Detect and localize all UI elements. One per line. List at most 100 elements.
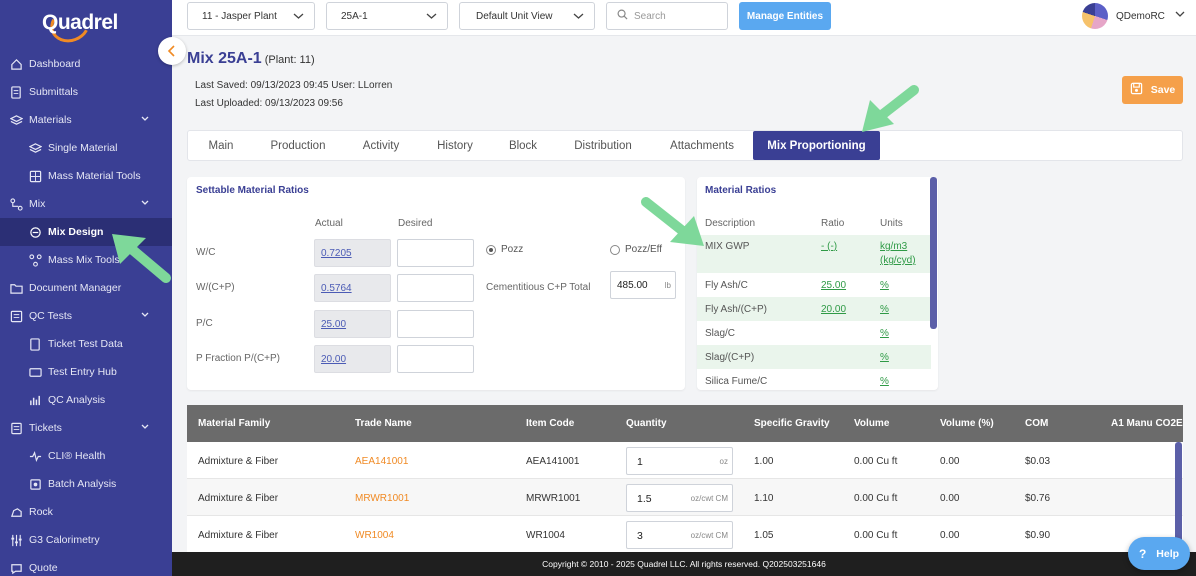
unit-view-select[interactable]: Default Unit View — [459, 2, 595, 30]
units-link[interactable]: kg/m3 — [880, 241, 907, 252]
sidebar-item-qc-tests[interactable]: QC Tests — [0, 302, 172, 330]
table-scrollbar[interactable] — [1175, 442, 1182, 552]
sidebar-item-cli-health[interactable]: CLI® Health — [0, 442, 172, 470]
desired-pc-input[interactable] — [397, 310, 474, 338]
sidebar-item-document-manager[interactable]: Document Manager — [0, 274, 172, 302]
search-input[interactable]: Search — [606, 2, 728, 30]
pozz-radio[interactable]: Pozz — [486, 244, 523, 255]
cementitious-input[interactable]: 485.00 lb — [610, 271, 676, 299]
trade-name-link[interactable]: WR1004 — [355, 530, 394, 541]
mix-select[interactable]: 25A-1 — [326, 2, 448, 30]
sidebar-item-mass-material-tools[interactable]: Mass Material Tools — [0, 162, 172, 190]
quadrel-logo[interactable]: Quadrel — [40, 2, 130, 48]
desired-wc-input[interactable] — [397, 239, 474, 267]
pozz-eff-radio[interactable]: Pozz/Eff — [610, 244, 662, 255]
quantity-unit: oz/cwt CM — [690, 531, 728, 540]
plant-select[interactable]: 11 - Jasper Plant — [187, 2, 315, 30]
sidebar-item-qc-analysis[interactable]: QC Analysis — [0, 386, 172, 414]
ratio-value-link[interactable]: 20.00 — [821, 304, 846, 315]
tab-production[interactable]: Production — [260, 131, 336, 160]
tab-bar: Main Production Activity History Block D… — [187, 130, 1183, 161]
radio-selected-icon — [486, 244, 496, 255]
units-link[interactable]: % — [880, 304, 889, 315]
actual-pc[interactable]: 25.00 — [314, 310, 391, 338]
save-label: Save — [1150, 84, 1176, 96]
tab-activity[interactable]: Activity — [348, 131, 414, 160]
description-column-header: Description — [705, 218, 756, 229]
units-link[interactable]: % — [880, 352, 889, 363]
sidebar-item-batch-analysis[interactable]: Batch Analysis — [0, 470, 172, 498]
sidebar-item-rock[interactable]: Rock — [0, 498, 172, 526]
column-header[interactable]: Specific Gravity — [754, 418, 830, 429]
sidebar-item-dashboard[interactable]: Dashboard — [0, 50, 172, 78]
chevron-down-icon[interactable] — [140, 310, 150, 323]
save-button[interactable]: Save — [1122, 76, 1183, 104]
tab-attachments[interactable]: Attachments — [656, 131, 748, 160]
column-header[interactable]: Quantity — [626, 418, 667, 429]
user-menu[interactable]: QDemoRC — [1082, 2, 1185, 30]
sidebar-item-g3-calorimetry[interactable]: G3 Calorimetry — [0, 526, 172, 554]
trade-name-link[interactable]: AEA141001 — [355, 456, 408, 467]
sidebar-item-label: QC Tests — [29, 310, 72, 322]
pozz-radio-label: Pozz — [501, 244, 524, 255]
sidebar-item-mix[interactable]: Mix — [0, 190, 172, 218]
page-title: Mix 25A-1 (Plant: 11) — [187, 50, 315, 68]
materials-table: Material Family Trade Name Item Code Qua… — [187, 405, 1183, 552]
chevron-down-icon[interactable] — [140, 198, 150, 211]
sidebar-item-label: QC Analysis — [48, 394, 106, 406]
sidebar: Quadrel Dashboard Submittals Materials S… — [0, 0, 172, 576]
actual-wc[interactable]: 0.7205 — [314, 239, 391, 267]
ratio-value-link[interactable]: - (-) — [821, 241, 837, 252]
volume: 0.00 Cu ft — [854, 530, 898, 541]
desired-wcp-input[interactable] — [397, 274, 474, 302]
sidebar-item-mix-design[interactable]: Mix Design — [0, 218, 172, 246]
quantity-input[interactable]: 1 oz — [626, 447, 733, 475]
chevron-down-icon — [426, 11, 437, 24]
column-header[interactable]: Volume — [854, 418, 889, 429]
sidebar-item-tickets[interactable]: Tickets — [0, 414, 172, 442]
chevron-down-icon[interactable] — [140, 114, 150, 127]
column-header[interactable]: Volume (%) — [940, 418, 994, 429]
chevron-down-icon[interactable] — [140, 422, 150, 435]
quantity-input[interactable]: 1.5 oz/cwt CM — [626, 484, 733, 512]
mix-title: Mix 25A-1 — [187, 50, 262, 67]
sidebar-item-label: G3 Calorimetry — [29, 534, 100, 546]
units-link[interactable]: % — [880, 376, 889, 387]
item-code: AEA141001 — [526, 456, 580, 467]
desired-pfraction-input[interactable] — [397, 345, 474, 373]
sidebar-item-mass-mix-tools[interactable]: Mass Mix Tools — [0, 246, 172, 274]
collapse-sidebar-button[interactable] — [158, 37, 186, 65]
column-header[interactable]: Item Code — [526, 418, 574, 429]
tab-block[interactable]: Block — [496, 131, 550, 160]
column-header[interactable]: Trade Name — [355, 418, 412, 429]
tab-mix-proportioning[interactable]: Mix Proportioning — [753, 131, 880, 160]
settable-ratios-panel: Settable Material Ratios Actual Desired … — [187, 177, 685, 390]
column-header[interactable]: Material Family — [198, 418, 270, 429]
units-link-secondary[interactable]: (kg/cyd) — [880, 255, 916, 266]
units-link[interactable]: % — [880, 280, 889, 291]
sidebar-item-test-entry-hub[interactable]: Test Entry Hub — [0, 358, 172, 386]
ratio-row: Slag/(C+P) % — [697, 345, 931, 369]
column-header[interactable]: COM — [1025, 418, 1048, 429]
trade-name-link[interactable]: MRWR1001 — [355, 493, 409, 504]
actual-pfraction[interactable]: 20.00 — [314, 345, 391, 373]
column-header[interactable]: A1 Manu CO2E — [1111, 418, 1183, 429]
tab-main[interactable]: Main — [188, 131, 254, 160]
flow-icon — [28, 253, 42, 267]
ratios-scrollbar[interactable] — [930, 177, 937, 329]
tab-distribution[interactable]: Distribution — [564, 131, 642, 160]
tab-history[interactable]: History — [426, 131, 484, 160]
units-link[interactable]: % — [880, 328, 889, 339]
actual-wcp[interactable]: 0.5764 — [314, 274, 391, 302]
sidebar-item-single-material[interactable]: Single Material — [0, 134, 172, 162]
ratio-value-link[interactable]: 25.00 — [821, 280, 846, 291]
manage-entities-button[interactable]: Manage Entities — [739, 2, 831, 30]
sidebar-item-submittals[interactable]: Submittals — [0, 78, 172, 106]
table-row: Admixture & Fiber WR1004 WR1004 3 oz/cwt… — [187, 516, 1183, 552]
quantity-input[interactable]: 3 oz/cwt CM — [626, 521, 733, 549]
sidebar-item-ticket-test-data[interactable]: Ticket Test Data — [0, 330, 172, 358]
com: $0.03 — [1025, 456, 1051, 467]
sidebar-item-quote[interactable]: Quote — [0, 554, 172, 576]
help-button[interactable]: ? Help — [1128, 537, 1190, 570]
sidebar-item-materials[interactable]: Materials — [0, 106, 172, 134]
